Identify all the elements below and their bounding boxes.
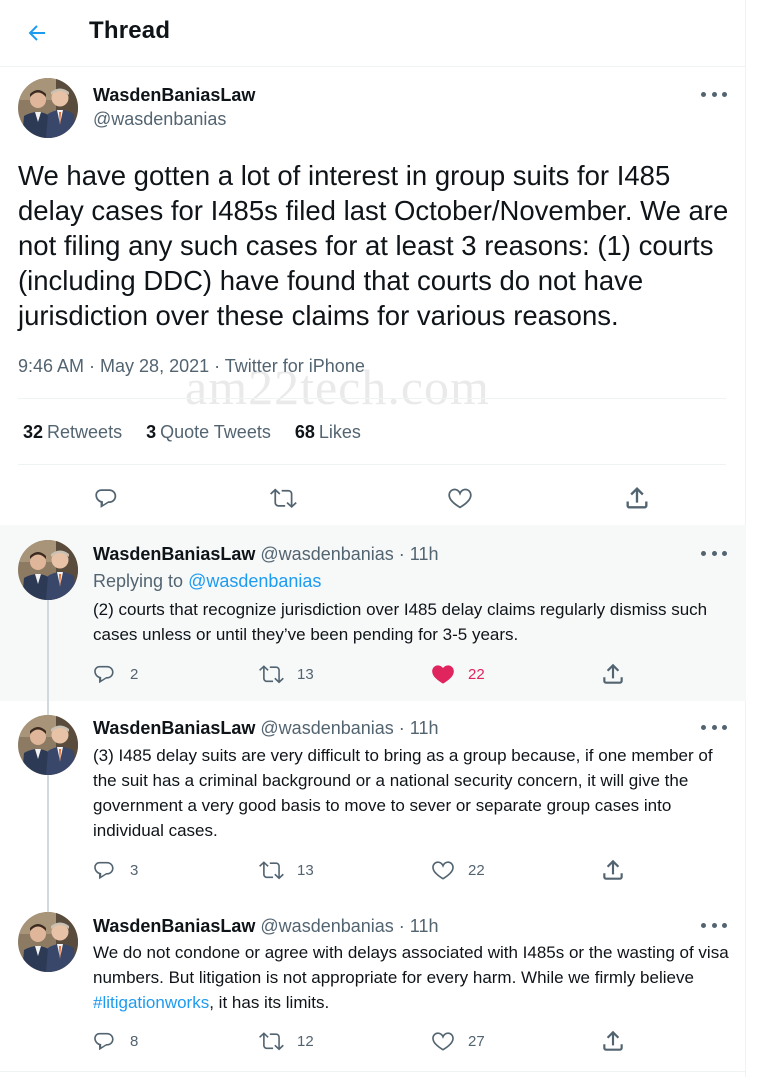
timestamp[interactable]: 11h bbox=[410, 544, 439, 564]
avatar[interactable] bbox=[18, 540, 78, 600]
back-button[interactable] bbox=[22, 18, 52, 48]
tweet-stats: 32 Retweets 3 Quote Tweets 68 Likes bbox=[23, 422, 361, 443]
share-button[interactable] bbox=[600, 1028, 626, 1054]
like-count: 22 bbox=[468, 861, 485, 879]
thread-connector bbox=[47, 900, 49, 912]
tweet-header: WasdenBaniasLaw @wasdenbanias · 11h bbox=[93, 544, 439, 564]
retweet-icon bbox=[270, 488, 297, 509]
like-button[interactable]: 27 bbox=[430, 1028, 485, 1054]
mention-link[interactable]: @wasdenbanias bbox=[188, 571, 321, 591]
author-handle[interactable]: @wasdenbanias bbox=[93, 109, 226, 130]
tweet-meta[interactable]: 9:46 AM · May 28, 2021 · Twitter for iPh… bbox=[18, 356, 365, 377]
heart-icon bbox=[432, 1032, 454, 1051]
author-handle[interactable]: @wasdenbanias bbox=[260, 544, 393, 564]
author-name[interactable]: WasdenBaniasLaw bbox=[93, 916, 255, 936]
thread-connector bbox=[47, 775, 49, 900]
retweet-icon bbox=[259, 1032, 284, 1051]
reply-button[interactable] bbox=[93, 484, 121, 512]
heart-icon bbox=[432, 861, 454, 880]
reply-button[interactable]: 3 bbox=[92, 857, 138, 883]
author-name[interactable]: WasdenBaniasLaw bbox=[93, 85, 255, 106]
arrow-left-icon bbox=[28, 25, 45, 41]
thread-connector bbox=[47, 600, 49, 701]
more-options-button[interactable] bbox=[701, 917, 727, 933]
more-options-button[interactable] bbox=[701, 545, 727, 561]
avatar[interactable] bbox=[18, 715, 78, 775]
like-count: 27 bbox=[468, 1032, 485, 1050]
retweet-button[interactable]: 12 bbox=[259, 1028, 314, 1054]
reply-tweet[interactable]: WasdenBaniasLaw @wasdenbanias · 11h We d… bbox=[0, 900, 746, 1072]
timestamp[interactable]: 11h bbox=[410, 916, 439, 936]
main-tweet: WasdenBaniasLaw @wasdenbanias We have go… bbox=[0, 68, 746, 524]
reply-tweet[interactable]: WasdenBaniasLaw @wasdenbanias · 11h Repl… bbox=[0, 525, 746, 701]
retweet-icon bbox=[259, 861, 284, 880]
replying-to: Replying to @wasdenbanias bbox=[93, 571, 322, 591]
quote-tweets-stat[interactable]: 3 Quote Tweets bbox=[146, 422, 271, 443]
retweets-stat[interactable]: 32 Retweets bbox=[23, 422, 122, 443]
tweet-text: We do not condone or agree with delays a… bbox=[93, 943, 729, 1012]
reply-button[interactable]: 2 bbox=[92, 661, 138, 687]
retweet-icon bbox=[259, 665, 284, 684]
page-title: Thread bbox=[89, 17, 171, 44]
share-icon bbox=[603, 1030, 623, 1051]
avatar[interactable] bbox=[18, 912, 78, 972]
reply-icon bbox=[94, 665, 114, 684]
retweet-button[interactable]: 13 bbox=[259, 857, 314, 883]
like-button[interactable]: 22 bbox=[430, 661, 485, 687]
retweet-button[interactable]: 13 bbox=[259, 661, 314, 687]
heart-filled-icon bbox=[432, 665, 454, 684]
retweet-count: 12 bbox=[297, 1032, 314, 1050]
heart-icon bbox=[448, 488, 472, 509]
share-icon bbox=[603, 859, 623, 880]
author-handle[interactable]: @wasdenbanias bbox=[260, 916, 393, 936]
retweet-count: 13 bbox=[297, 665, 314, 683]
more-options-button[interactable] bbox=[701, 86, 727, 102]
author-name[interactable]: WasdenBaniasLaw bbox=[93, 718, 255, 738]
like-count: 22 bbox=[468, 665, 485, 683]
thread-column: Thread WasdenBaniasLaw @wasdenbanias We … bbox=[0, 0, 746, 1077]
retweet-count: 13 bbox=[297, 861, 314, 879]
hashtag-link[interactable]: #litigationworks bbox=[93, 993, 209, 1012]
reply-count: 8 bbox=[130, 1032, 139, 1050]
tweet-header: WasdenBaniasLaw @wasdenbanias · 11h bbox=[93, 916, 439, 936]
divider bbox=[0, 1071, 746, 1072]
thread-connector bbox=[47, 701, 49, 715]
author-handle[interactable]: @wasdenbanias bbox=[260, 718, 393, 738]
more-options-button[interactable] bbox=[701, 719, 727, 735]
reply-tweet[interactable]: WasdenBaniasLaw @wasdenbanias · 11h (3) … bbox=[0, 701, 746, 900]
tweet-actions bbox=[0, 476, 746, 520]
divider bbox=[18, 398, 726, 399]
tweet-text: (3) I485 delay suits are very difficult … bbox=[93, 746, 713, 840]
tweet-header: WasdenBaniasLaw @wasdenbanias · 11h bbox=[93, 718, 439, 738]
author-name[interactable]: WasdenBaniasLaw bbox=[93, 544, 255, 564]
reply-count: 3 bbox=[130, 861, 139, 879]
reply-icon bbox=[94, 861, 114, 880]
tweet-text: We have gotten a lot of interest in grou… bbox=[18, 160, 729, 331]
reply-button[interactable]: 8 bbox=[92, 1028, 138, 1054]
like-button[interactable] bbox=[446, 484, 474, 512]
reply-icon bbox=[94, 1032, 114, 1051]
share-icon bbox=[626, 487, 648, 509]
likes-stat[interactable]: 68 Likes bbox=[295, 422, 361, 443]
retweet-button[interactable] bbox=[270, 484, 298, 512]
thread-header: Thread bbox=[0, 0, 745, 67]
reply-icon bbox=[95, 489, 117, 508]
divider bbox=[18, 464, 726, 465]
avatar[interactable] bbox=[18, 78, 78, 138]
share-icon bbox=[603, 663, 623, 684]
share-button[interactable] bbox=[600, 857, 626, 883]
timestamp[interactable]: 11h bbox=[410, 718, 439, 738]
share-button[interactable] bbox=[623, 484, 651, 512]
tweet-text: (2) courts that recognize jurisdiction o… bbox=[93, 600, 708, 644]
like-button[interactable]: 22 bbox=[430, 857, 485, 883]
share-button[interactable] bbox=[600, 661, 626, 687]
reply-count: 2 bbox=[130, 665, 139, 683]
